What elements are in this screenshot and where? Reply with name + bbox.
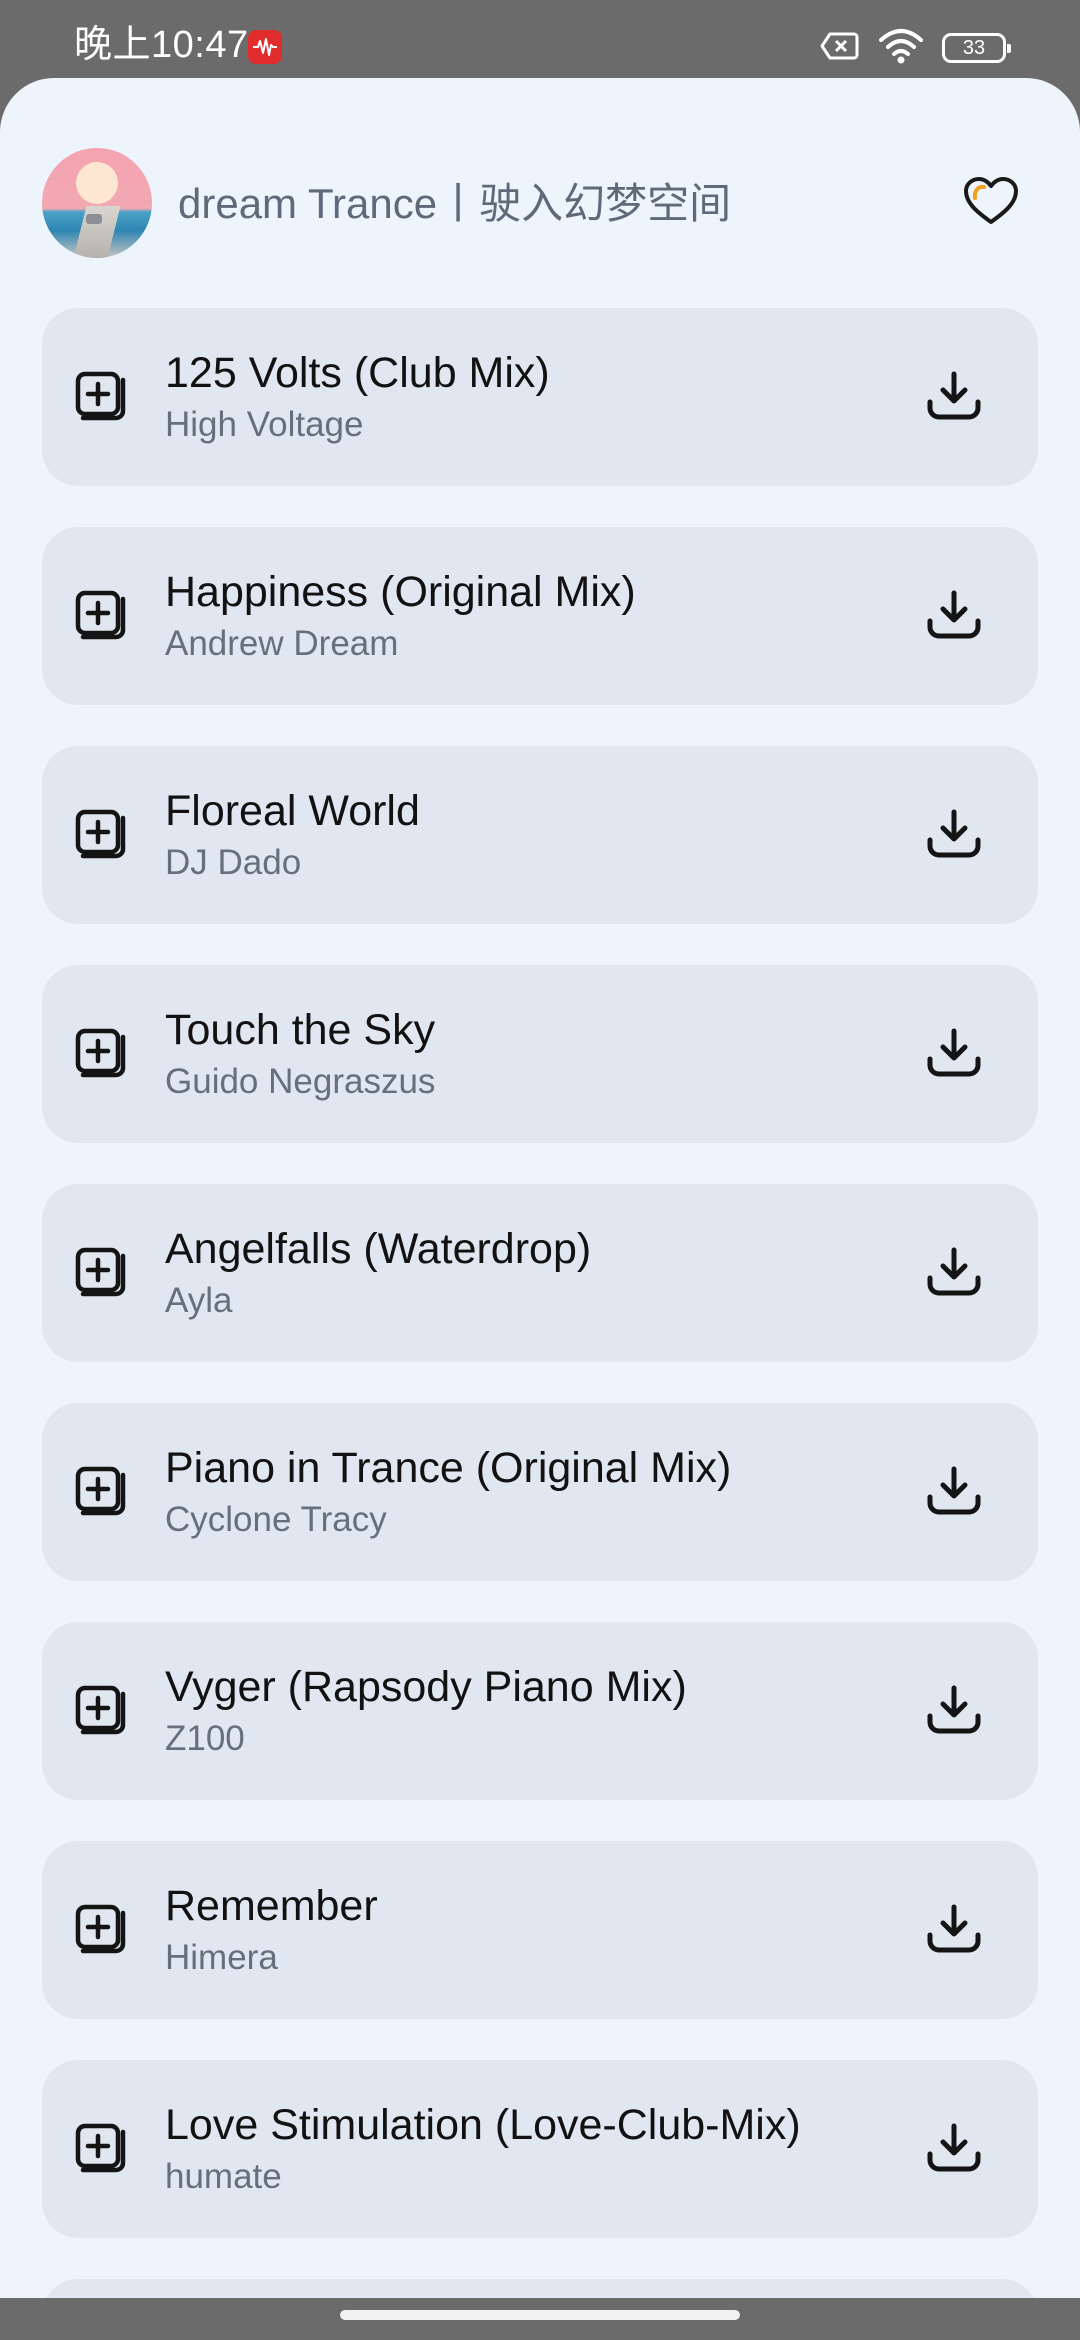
song-title: Love Stimulation (Love-Club-Mix) [165, 2101, 801, 2149]
download-icon [926, 589, 982, 646]
sound-wave-icon [248, 30, 282, 64]
playlist-title: dream Trance丨驶入幻梦空间 [178, 180, 732, 227]
download-button[interactable] [922, 366, 986, 430]
home-indicator[interactable] [340, 2310, 740, 2320]
song-artist: Andrew Dream [165, 624, 399, 663]
song-artist: Z100 [165, 1719, 245, 1758]
add-to-playlist-icon [74, 1027, 126, 1084]
song-artist: DJ Dado [165, 843, 302, 882]
playlist-cover[interactable] [42, 148, 152, 258]
download-icon [926, 1684, 982, 1741]
favorite-button[interactable] [958, 170, 1024, 236]
song-title: Remember [165, 1882, 378, 1930]
playlist-sheet: dream Trance丨驶入幻梦空间 125 Volts (Club Mix)… [0, 78, 1080, 2298]
song-title: 125 Volts (Club Mix) [165, 349, 550, 397]
add-to-playlist-button[interactable] [72, 1246, 128, 1302]
download-icon [926, 2122, 982, 2179]
song-artist: humate [165, 2157, 282, 2196]
playlist-header: dream Trance丨驶入幻梦空间 [0, 78, 1080, 298]
download-icon [926, 1027, 982, 1084]
song-artist: High Voltage [165, 405, 364, 444]
list-item[interactable]: Remember Himera [42, 1841, 1038, 2019]
download-button[interactable] [922, 1461, 986, 1525]
status-time: 晚上10:47 [74, 24, 249, 66]
download-button[interactable] [922, 1680, 986, 1744]
add-to-playlist-icon [74, 1903, 126, 1960]
song-artist: Guido Negraszus [165, 1062, 436, 1101]
download-icon [926, 1246, 982, 1303]
download-icon [926, 370, 982, 427]
add-to-playlist-button[interactable] [72, 1027, 128, 1083]
add-to-playlist-icon [74, 589, 126, 646]
add-to-playlist-button[interactable] [72, 808, 128, 864]
list-item[interactable]: Touch the Sky Guido Negraszus [42, 965, 1038, 1143]
wifi-icon [878, 28, 924, 69]
download-button[interactable] [922, 2118, 986, 2182]
song-artist: Himera [165, 1938, 278, 1977]
add-to-playlist-icon [74, 1465, 126, 1522]
song-title: Floreal World [165, 787, 420, 835]
download-icon [926, 1465, 982, 1522]
add-to-playlist-icon [74, 1246, 126, 1303]
add-to-playlist-icon [74, 2122, 126, 2179]
list-item[interactable]: Angelfalls (Waterdrop) Ayla [42, 1184, 1038, 1362]
status-icons: 33 [820, 28, 1011, 69]
download-button[interactable] [922, 804, 986, 868]
add-to-playlist-button[interactable] [72, 2122, 128, 2178]
battery-level: 33 [962, 36, 986, 59]
download-button[interactable] [922, 585, 986, 649]
add-to-playlist-button[interactable] [72, 1684, 128, 1740]
add-to-playlist-button[interactable] [72, 1465, 128, 1521]
add-to-playlist-button[interactable] [72, 589, 128, 645]
heart-icon [963, 176, 1019, 231]
song-artist: Ayla [165, 1281, 233, 1320]
list-item[interactable]: Love Stimulation (Love-Club-Mix) humate [42, 2060, 1038, 2238]
list-item[interactable] [42, 2279, 1038, 2298]
add-to-playlist-icon [74, 370, 126, 427]
navigation-bar [0, 2298, 1080, 2340]
add-to-playlist-icon [74, 808, 126, 865]
add-to-playlist-button[interactable] [72, 1903, 128, 1959]
song-title: Vyger (Rapsody Piano Mix) [165, 1663, 687, 1711]
download-icon [926, 1903, 982, 1960]
list-item[interactable]: Piano in Trance (Original Mix) Cyclone T… [42, 1403, 1038, 1581]
add-to-playlist-icon [74, 1684, 126, 1741]
download-button[interactable] [922, 1899, 986, 1963]
list-item[interactable]: Happiness (Original Mix) Andrew Dream [42, 527, 1038, 705]
song-artist: Cyclone Tracy [165, 1500, 387, 1539]
battery-icon: 33 [942, 33, 1011, 63]
list-item[interactable]: 125 Volts (Club Mix) High Voltage [42, 308, 1038, 486]
download-button[interactable] [922, 1023, 986, 1087]
download-icon [926, 808, 982, 865]
download-button[interactable] [922, 1242, 986, 1306]
list-item[interactable]: Vyger (Rapsody Piano Mix) Z100 [42, 1622, 1038, 1800]
song-title: Piano in Trance (Original Mix) [165, 1444, 732, 1492]
status-bar: 晚上10:47 33 [0, 0, 1080, 78]
add-to-playlist-button[interactable] [72, 370, 128, 426]
sim-off-icon [820, 31, 860, 66]
song-title: Angelfalls (Waterdrop) [165, 1225, 592, 1273]
song-title: Happiness (Original Mix) [165, 568, 636, 616]
list-item[interactable]: Floreal World DJ Dado [42, 746, 1038, 924]
song-title: Touch the Sky [165, 1006, 436, 1054]
